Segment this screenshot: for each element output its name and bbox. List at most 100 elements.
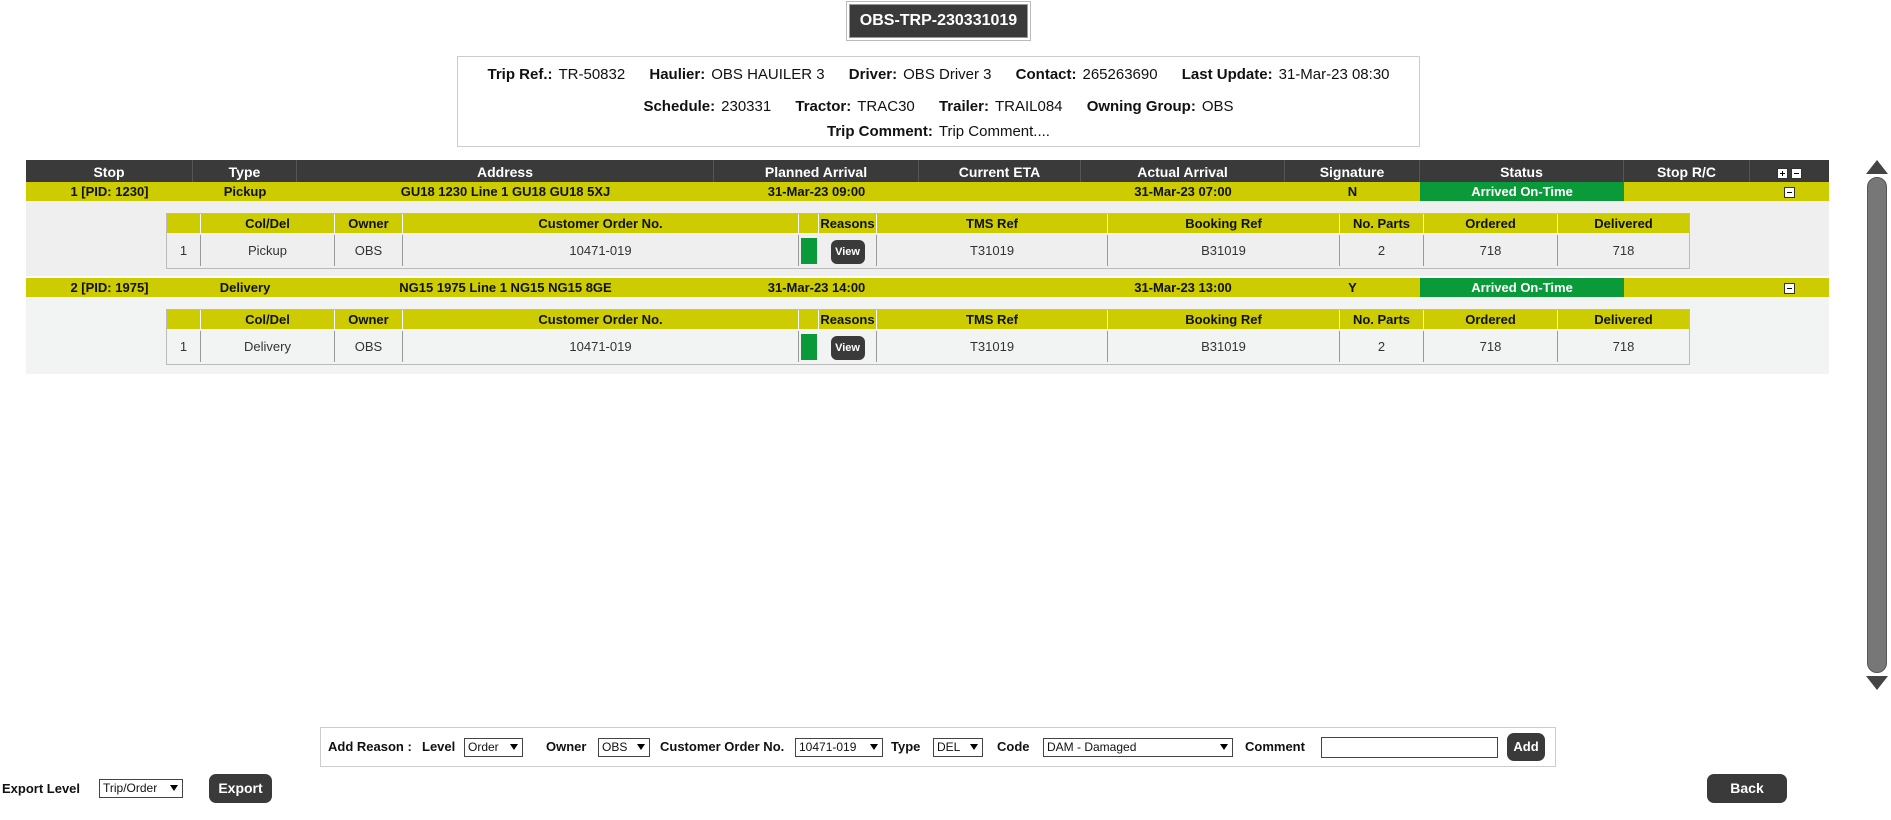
stop-address: NG15 1975 Line 1 NG15 NG15 8GE	[399, 280, 612, 295]
customer-order-label: Customer Order No.	[660, 739, 785, 754]
chevron-down-icon	[510, 744, 518, 750]
stop-address: GU18 1230 Line 1 GU18 GU18 5XJ	[400, 184, 611, 199]
stop-signature: Y	[1348, 280, 1357, 295]
stops-table: Stop Type Address Planned Arrival Curren…	[26, 160, 1829, 374]
order-flag-cell	[799, 235, 819, 266]
last-update-value: 31-Mar-23 08:30	[1278, 66, 1390, 83]
order-index: 1	[167, 331, 201, 362]
last-update-label: Last Update:	[1181, 66, 1273, 83]
view-reasons-button[interactable]: View	[830, 335, 865, 360]
stop-rc	[1624, 182, 1750, 201]
trailer-value: TRAIL084	[994, 98, 1063, 115]
sub-col-flag	[799, 310, 819, 329]
schedule-label: Schedule:	[643, 98, 716, 115]
order-index: 1	[167, 235, 201, 266]
type-select[interactable]: DEL	[933, 738, 983, 757]
order-subtable-header: Col/Del Owner Customer Order No. Reasons…	[167, 310, 1689, 329]
status-badge: Arrived On-Time	[1420, 278, 1624, 297]
vertical-scrollbar[interactable]	[1866, 160, 1888, 690]
code-select[interactable]: DAM - Damaged	[1043, 738, 1233, 757]
collapse-icon[interactable]	[1784, 283, 1795, 295]
collapse-all-icon[interactable]	[1791, 167, 1803, 179]
expand-all-icon[interactable]	[1776, 167, 1788, 179]
order-delivered: 718	[1612, 339, 1635, 354]
sub-col-index	[167, 310, 201, 329]
scroll-down-arrow-icon[interactable]	[1866, 676, 1888, 690]
col-current-eta: Current ETA	[919, 160, 1081, 182]
col-stop-rc: Stop R/C	[1624, 160, 1750, 182]
sub-col-delivered: Delivered	[1594, 312, 1653, 327]
comment-input[interactable]	[1321, 737, 1498, 758]
stop-actual-arrival: 31-Mar-23 07:00	[1134, 184, 1232, 199]
trip-info-row-3: Trip Comment: Trip Comment....	[458, 123, 1419, 140]
tractor-value: TRAC30	[857, 98, 915, 115]
col-status: Status	[1420, 160, 1624, 182]
type-select-value: DEL	[937, 740, 961, 754]
order-booking-ref: B31019	[1108, 235, 1340, 266]
export-level-select-value: Trip/Order	[103, 781, 158, 795]
stop-type: Delivery	[219, 280, 271, 295]
sub-col-customer-order: Customer Order No.	[403, 310, 799, 329]
col-signature: Signature	[1285, 160, 1420, 182]
stop-row[interactable]: 1 [PID: 1230] Pickup GU18 1230 Line 1 GU…	[26, 182, 1829, 201]
stops-table-header: Stop Type Address Planned Arrival Curren…	[26, 160, 1829, 182]
order-customer-order-no: 10471-019	[403, 331, 799, 362]
chevron-down-icon	[637, 744, 645, 750]
comment-label: Comment	[1245, 739, 1305, 754]
trip-info-panel: Trip Ref.: TR-50832 Haulier: OBS HAUILER 3…	[457, 56, 1420, 147]
table-row: 1 Delivery OBS 10471-019 View T31019 B31…	[167, 331, 1689, 362]
order-customer-order-no: 10471-019	[403, 235, 799, 266]
scroll-thumb[interactable]	[1867, 177, 1887, 673]
expand-collapse-all	[1750, 160, 1829, 182]
col-planned-arrival: Planned Arrival	[714, 160, 919, 182]
sub-col-reasons: Reasons	[819, 310, 877, 329]
order-ordered: 718	[1424, 331, 1558, 362]
col-type: Type	[193, 160, 297, 182]
sub-col-booking-ref: Booking Ref	[1108, 310, 1340, 329]
stop-rc	[1624, 278, 1750, 297]
owner-select[interactable]: OBS	[598, 738, 650, 757]
back-button[interactable]: Back	[1707, 774, 1787, 803]
owning-group-label: Owning Group:	[1086, 98, 1196, 115]
export-button[interactable]: Export	[209, 774, 272, 803]
stop-current-eta	[919, 278, 1081, 297]
order-subtable: Col/Del Owner Customer Order No. Reasons…	[166, 309, 1690, 365]
order-subtable-header: Col/Del Owner Customer Order No. Reasons…	[167, 214, 1689, 233]
sub-col-index	[167, 214, 201, 233]
export-level-label: Export Level	[2, 781, 81, 796]
trip-comment-value: Trip Comment....	[938, 123, 1050, 140]
sub-col-customer-order: Customer Order No.	[403, 214, 799, 233]
level-select[interactable]: Order	[464, 738, 523, 757]
add-reason-button[interactable]: Add	[1507, 733, 1545, 761]
view-reasons-button[interactable]: View	[830, 239, 865, 264]
type-label: Type	[891, 739, 921, 754]
customer-order-select-value: 10471-019	[799, 740, 857, 754]
trip-comment-label: Trip Comment:	[827, 123, 933, 140]
page-title: OBS-TRP-230331019	[849, 4, 1028, 38]
sub-col-ordered: Ordered	[1424, 214, 1558, 233]
col-address: Address	[297, 160, 714, 182]
sub-col-booking-ref: Booking Ref	[1108, 214, 1340, 233]
order-booking-ref: B31019	[1108, 331, 1340, 362]
owning-group-value: OBS	[1201, 98, 1234, 115]
stop-detail: Col/Del Owner Customer Order No. Reasons…	[26, 201, 1829, 276]
export-level-select[interactable]: Trip/Order	[99, 779, 183, 798]
order-tms-ref: T31019	[877, 235, 1108, 266]
order-status-flag	[801, 334, 817, 360]
stop-id: 1 [PID: 1230]	[70, 184, 149, 199]
customer-order-select[interactable]: 10471-019	[795, 738, 883, 757]
order-ordered: 718	[1424, 235, 1558, 266]
scroll-up-arrow-icon[interactable]	[1866, 160, 1888, 174]
stop-id: 2 [PID: 1975]	[70, 280, 149, 295]
stop-actual-arrival: 31-Mar-23 13:00	[1134, 280, 1232, 295]
collapse-icon[interactable]	[1784, 187, 1795, 199]
sub-col-ordered: Ordered	[1424, 310, 1558, 329]
stop-row[interactable]: 2 [PID: 1975] Delivery NG15 1975 Line 1 …	[26, 278, 1829, 297]
trip-info-row-1: Trip Ref.: TR-50832 Haulier: OBS HAUILER 3…	[458, 66, 1419, 83]
driver-label: Driver:	[848, 66, 898, 83]
stop-detail: Col/Del Owner Customer Order No. Reasons…	[26, 297, 1829, 374]
order-tms-ref: T31019	[877, 331, 1108, 362]
sub-col-no-parts: No. Parts	[1340, 214, 1424, 233]
stop-current-eta	[919, 182, 1081, 201]
driver-value: OBS Driver 3	[903, 66, 992, 83]
